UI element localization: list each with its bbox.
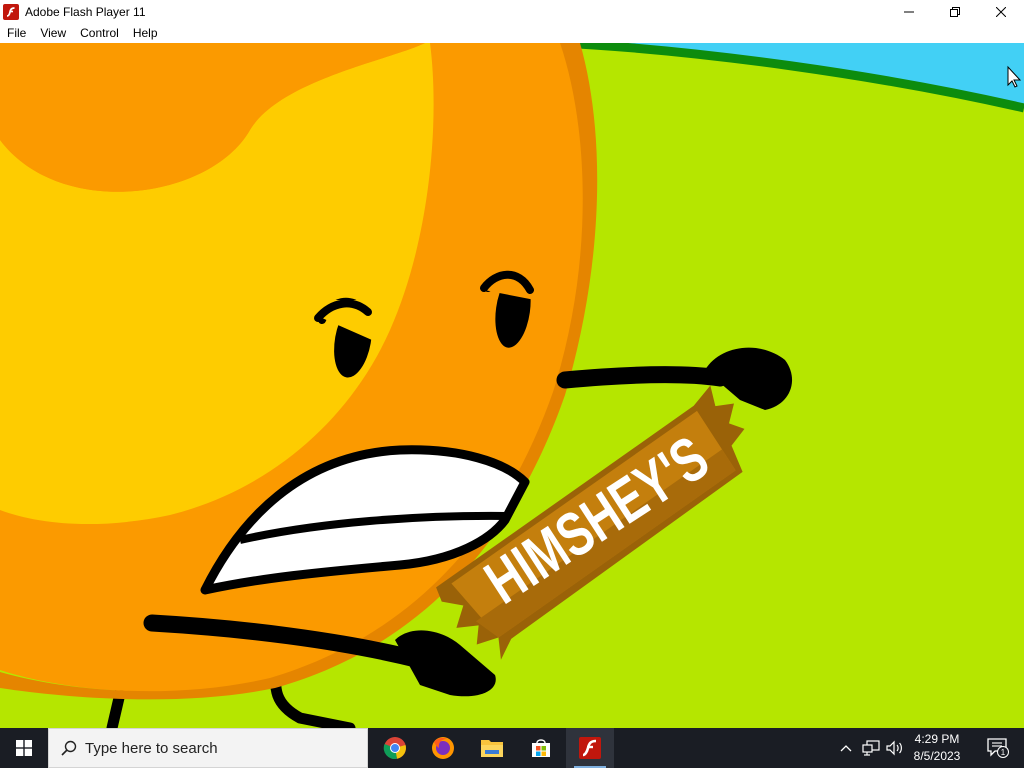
- search-placeholder: Type here to search: [85, 739, 218, 757]
- flash-stage[interactable]: HIMSHEY'S: [0, 43, 1024, 728]
- character-arm-upper: [556, 366, 729, 389]
- menu-control[interactable]: Control: [73, 23, 126, 43]
- clock-date: 8/5/2023: [913, 749, 961, 763]
- tray-network[interactable]: [860, 728, 882, 768]
- close-button[interactable]: [978, 0, 1024, 23]
- flash-icon: [3, 3, 19, 20]
- taskbar-flash-player[interactable]: [566, 728, 614, 768]
- network-icon: [862, 740, 880, 756]
- menu-help[interactable]: Help: [126, 23, 165, 43]
- clock-time: 4:29 PM: [914, 732, 960, 746]
- taskbar-clock[interactable]: 4:29 PM 8/5/2023: [902, 731, 972, 765]
- taskbar-store[interactable]: [517, 728, 565, 768]
- restore-button[interactable]: [932, 0, 978, 23]
- start-button[interactable]: [0, 728, 48, 768]
- menu-file[interactable]: File: [0, 23, 33, 43]
- notification-count: 1: [1001, 748, 1006, 757]
- chevron-up-icon: [840, 745, 852, 752]
- notification-icon: 1: [987, 738, 1009, 758]
- taskbar-file-explorer[interactable]: [468, 728, 516, 768]
- tray-show-hidden[interactable]: [836, 728, 856, 768]
- minimize-icon: [904, 11, 914, 12]
- cartoon-scene: HIMSHEY'S: [0, 43, 1024, 728]
- close-icon: [996, 6, 1006, 17]
- taskbar: Type here to search 4:29 PM 8/5/2023 1: [0, 728, 1024, 768]
- windows-icon: [16, 740, 32, 756]
- action-center-button[interactable]: 1: [980, 728, 1016, 768]
- taskbar-search-box[interactable]: Type here to search: [48, 728, 368, 768]
- firefox-icon: [432, 737, 454, 759]
- taskbar-firefox[interactable]: [419, 728, 467, 768]
- window-title: Adobe Flash Player 11: [25, 4, 146, 19]
- menu-bar: File View Control Help: [0, 23, 1024, 43]
- minimize-button[interactable]: [886, 0, 932, 23]
- search-icon: [61, 740, 77, 756]
- file-explorer-icon: [481, 740, 503, 757]
- flash-player-icon: [579, 737, 601, 759]
- chrome-icon: [383, 737, 406, 760]
- title-bar[interactable]: Adobe Flash Player 11: [0, 0, 1024, 23]
- taskbar-chrome[interactable]: [371, 728, 419, 768]
- menu-view[interactable]: View: [33, 23, 73, 43]
- restore-icon: [950, 6, 960, 17]
- store-icon: [532, 739, 550, 757]
